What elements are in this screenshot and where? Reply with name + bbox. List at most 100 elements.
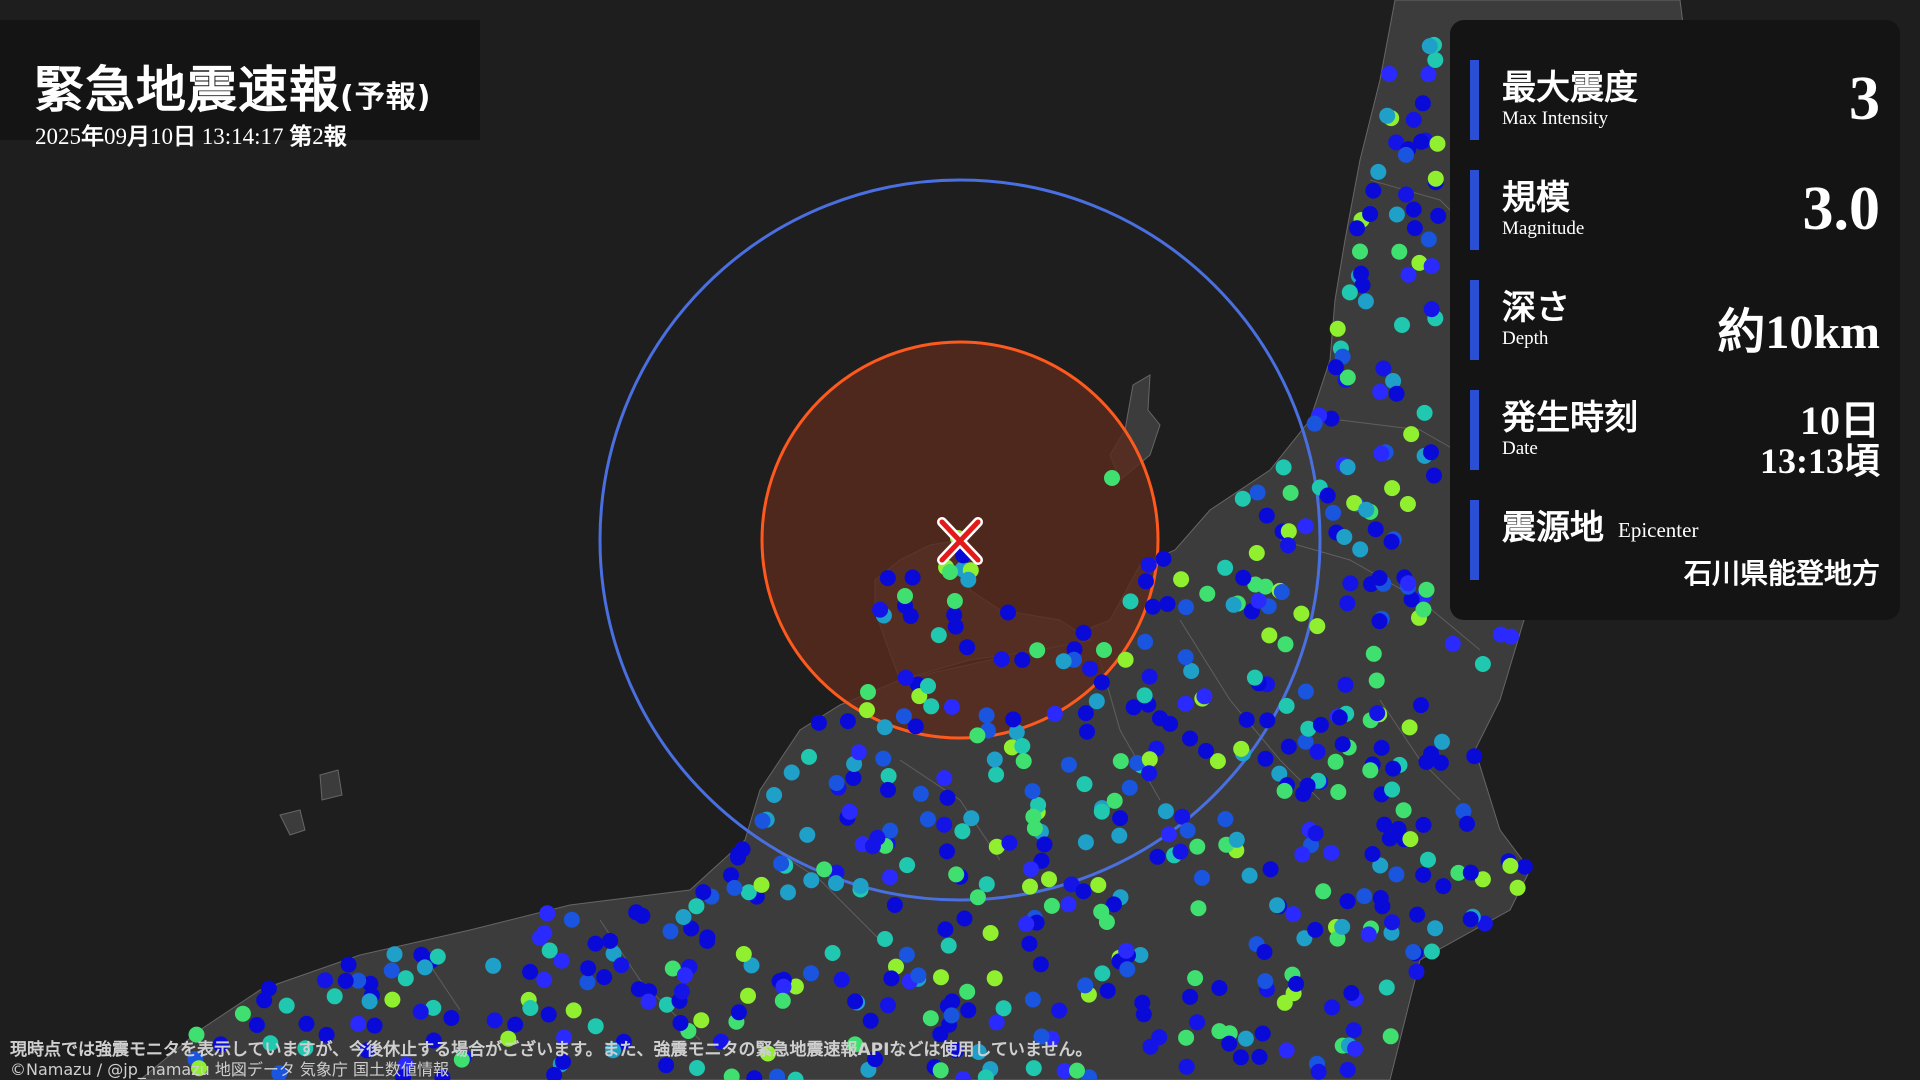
station-dot (897, 669, 914, 686)
day-char: 日 (173, 124, 196, 150)
station-dot (899, 857, 916, 874)
station-dot (1022, 878, 1038, 895)
station-dot (693, 1012, 710, 1029)
station-dot (1005, 711, 1022, 728)
station-dot (628, 904, 645, 921)
station-dot (1256, 944, 1273, 960)
station-dot (773, 855, 790, 872)
station-dot (1388, 866, 1405, 883)
station-dot (932, 1062, 949, 1079)
report-prefix: 第 (289, 124, 313, 150)
depth-label-en: Depth (1502, 328, 1549, 349)
report-suffix: 報 (323, 124, 347, 150)
station-dot (613, 957, 630, 974)
station-dot (1367, 521, 1384, 538)
station-dot (1373, 739, 1390, 756)
station-dot (1288, 975, 1305, 992)
station-dot (1371, 570, 1388, 586)
station-dot (922, 1010, 939, 1027)
epicenter-row: 震源地 Epicenter 石川県能登地方 (1470, 500, 1880, 590)
station-dot (1382, 1028, 1399, 1045)
station-dot (1401, 719, 1418, 736)
station-dot (1077, 705, 1094, 722)
date-label: 発生時刻 (1502, 398, 1638, 438)
station-dot (1235, 569, 1252, 586)
station-dot (1423, 301, 1440, 318)
station-dot (1257, 750, 1274, 767)
station-dot (522, 963, 539, 980)
station-dot (298, 1015, 315, 1032)
station-dot (1022, 861, 1039, 878)
station-dot (1248, 545, 1265, 561)
alert-header: 緊急地震速報(予報) 2025年09月10日 13:14:17 第2報 (0, 20, 480, 150)
station-dot (1395, 802, 1412, 819)
station-dot (969, 727, 986, 744)
station-dot (923, 698, 940, 715)
station-dot (579, 974, 596, 991)
station-dot (946, 593, 963, 609)
station-dot (429, 948, 446, 965)
date-year: 2025 (35, 124, 81, 149)
station-dot (695, 884, 712, 901)
station-dot (993, 651, 1010, 668)
station-dot (234, 1005, 251, 1022)
station-dot (1082, 660, 1099, 677)
station-dot (1144, 598, 1161, 615)
station-dot (1384, 480, 1401, 497)
station-dot (1360, 926, 1377, 943)
station-dot (317, 972, 334, 989)
station-dot (1077, 834, 1094, 851)
station-dot (875, 750, 892, 767)
station-dot (1178, 599, 1194, 616)
station-dot (943, 1007, 960, 1024)
station-dot (1093, 674, 1110, 691)
alert-title: 緊急地震速報(予報) (34, 50, 431, 122)
station-dot (936, 816, 953, 833)
station-dot (995, 1000, 1012, 1017)
station-dot (1015, 753, 1032, 770)
station-dot (986, 970, 1003, 987)
station-dot (1400, 575, 1417, 592)
station-dot (587, 935, 604, 952)
station-dot (828, 875, 844, 892)
station-dot (1096, 642, 1112, 658)
station-dot (1323, 844, 1340, 861)
station-dot (1339, 893, 1356, 910)
station-dot (1137, 573, 1154, 590)
station-dot (847, 993, 864, 1010)
station-dot (1362, 762, 1379, 779)
station-dot (260, 980, 277, 997)
station-dot (1177, 695, 1194, 712)
station-dot (1325, 504, 1342, 521)
station-dot (1430, 207, 1447, 224)
station-dot (1122, 593, 1139, 610)
station-dot (960, 1002, 977, 1019)
station-dot (1334, 918, 1351, 935)
station-dot (978, 876, 995, 893)
footer-credit: ©Namazu / @jp_namazu 地図データ 気象庁 国土数値情報 (10, 1060, 450, 1079)
station-dot (920, 678, 936, 694)
station-dot (1375, 360, 1392, 377)
station-dot (1014, 738, 1031, 754)
station-dot (1378, 979, 1395, 996)
station-dot (880, 768, 897, 784)
station-dot (397, 970, 414, 987)
station-dot (1157, 803, 1174, 820)
station-dot (1297, 518, 1314, 535)
epicenter-value: 石川県能登地方 (1683, 557, 1880, 590)
station-dot (1036, 836, 1053, 853)
station-dot (1060, 896, 1077, 913)
station-dot (1136, 687, 1153, 704)
station-dot (880, 997, 896, 1014)
station-dot (1183, 663, 1200, 679)
station-dot (956, 910, 973, 927)
station-dot (1327, 753, 1344, 770)
station-dot (803, 965, 819, 982)
station-dot (1429, 135, 1446, 152)
station-dot (412, 1003, 429, 1020)
station-dot (1254, 1025, 1271, 1042)
station-dot (1141, 751, 1158, 768)
station-dot (326, 988, 343, 1005)
station-dot (1046, 705, 1063, 722)
station-dot (1352, 243, 1368, 260)
